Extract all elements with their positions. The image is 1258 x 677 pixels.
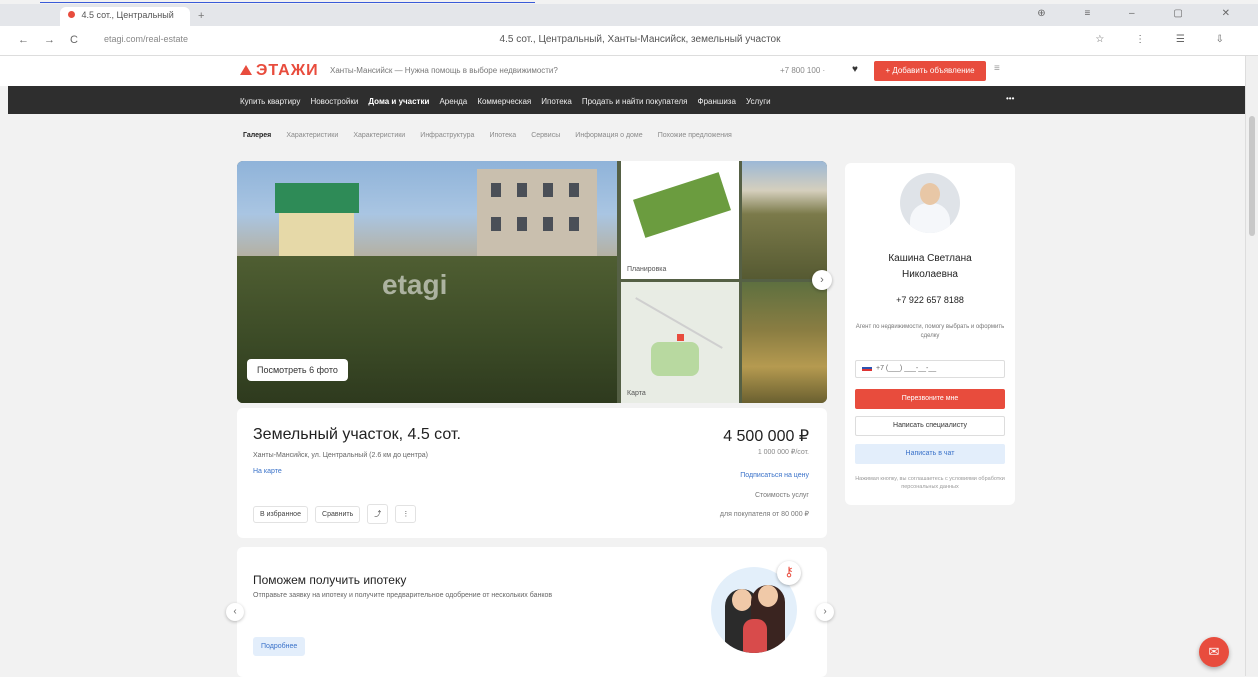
heart-icon[interactable]: ♥ [852, 64, 858, 75]
thumb-photo[interactable] [742, 161, 827, 279]
thumb-plan[interactable]: Планировка [621, 161, 739, 279]
tab-item[interactable]: Похожие предложения [658, 132, 732, 139]
agent-note: Агент по недвижимости, помогу выбрать и … [855, 324, 1005, 339]
url-highlight-bar [40, 0, 535, 3]
map-park [651, 342, 699, 376]
show-on-map-link[interactable]: На карте [253, 468, 282, 475]
carousel-prev-icon[interactable]: ‹ [226, 603, 244, 621]
browser-tabbar: 4.5 сот., Центральный + ⊕ ≡ – ▢ ✕ [0, 4, 1258, 26]
browser-tab[interactable]: 4.5 сот., Центральный [60, 7, 190, 26]
nav-item[interactable]: Аренда [439, 97, 467, 106]
nav-item[interactable]: Франшиза [698, 97, 736, 106]
tab-item[interactable]: Сервисы [531, 132, 560, 139]
carousel-next-icon[interactable]: › [816, 603, 834, 621]
view-photos-button[interactable]: Посмотреть 6 фото [247, 359, 348, 381]
chat-fab-icon[interactable]: ✉ [1199, 637, 1229, 667]
key-icon: ⚷ [777, 561, 801, 585]
gallery-next-icon[interactable]: › [812, 270, 832, 290]
tab-gallery[interactable]: Галерея [243, 132, 271, 139]
agent-name: Кашина Светлана Николаевна [888, 253, 972, 280]
menu-icon[interactable]: ≡ [994, 63, 1000, 74]
agent-phone[interactable]: +7 922 657 8188 [855, 295, 1005, 305]
tab-title: 4.5 сот., Центральный [81, 10, 174, 20]
tab-item[interactable]: Ипотека [489, 132, 516, 139]
city-selector[interactable]: Ханты-Мансийск — Нужна помощь в выборе н… [330, 66, 558, 75]
address-bar: ← → C etagi.com/real-estate 4.5 сот., Це… [0, 26, 1258, 56]
thumb-map[interactable]: Карта [621, 282, 739, 403]
photo-roof [275, 183, 359, 213]
listing-address: Ханты-Мансийск, ул. Центральный (2.6 км … [253, 452, 428, 459]
mortgage-text: Отправьте заявку на ипотеку и получите п… [253, 592, 553, 599]
illustration-face [732, 589, 752, 611]
illustration-face [758, 585, 778, 607]
mortgage-card: Поможем получить ипотеку Отправьте заявк… [237, 547, 827, 677]
listing-price: 4 500 000 ₽ [723, 428, 809, 445]
watermark: etagi [382, 269, 448, 300]
nav-item[interactable]: Услуги [746, 97, 771, 106]
page-title: 4.5 сот., Центральный, Ханты-Мансийск, з… [499, 34, 781, 45]
write-specialist-button[interactable]: Написать специалисту [855, 416, 1005, 436]
logo-icon [240, 65, 252, 75]
more-button[interactable]: ⋮ [395, 505, 417, 523]
tab-item[interactable]: Информация о доме [575, 132, 642, 139]
compare-button[interactable]: Сравнить [315, 506, 361, 523]
back-icon[interactable]: ← [18, 34, 29, 46]
window-controls[interactable]: ⊕ ≡ – ▢ ✕ [1037, 8, 1248, 19]
thumb-map-label: Карта [627, 390, 646, 397]
nav-item[interactable]: Продать и найти покупателя [582, 97, 688, 106]
photo-gallery: etagi Посмотреть 6 фото Планировка Карта [237, 161, 827, 403]
avatar [900, 173, 960, 233]
tab-item[interactable]: Характеристики [286, 132, 338, 139]
phone-input[interactable]: +7 (___) ___-__-__ [855, 360, 1005, 378]
logo-text: ЭТАЖИ [256, 62, 319, 79]
mortgage-more-button[interactable]: Подробнее [253, 637, 306, 656]
tab-item[interactable]: Характеристики [353, 132, 405, 139]
photo-building [477, 169, 597, 257]
price-per-unit: 1 000 000 ₽/сот. [757, 449, 809, 456]
chat-button[interactable]: Написать в чат [855, 444, 1005, 464]
map-pin-icon [677, 334, 684, 341]
subscribe-price-link[interactable]: Подписаться на цену [740, 472, 809, 479]
main-photo[interactable]: etagi Посмотреть 6 фото [237, 161, 617, 403]
nav-item[interactable]: Ипотека [541, 97, 572, 106]
thumb-photo[interactable] [742, 282, 827, 403]
url-input[interactable]: etagi.com/real-estate [104, 34, 188, 44]
consent-note: Нажимая кнопку, вы соглашаетесь с услови… [855, 476, 1005, 491]
site-logo[interactable]: ЭТАЖИ [240, 62, 319, 80]
page-scrollbar[interactable] [1245, 56, 1258, 676]
nav-item[interactable]: Коммерческая [477, 97, 531, 106]
agent-card: Кашина Светлана Николаевна +7 922 657 81… [845, 163, 1015, 505]
section-tabs: Галерея Характеристики Характеристики Ин… [243, 128, 744, 140]
favicon-icon [68, 11, 75, 18]
main-navigation: Купить квартиру Новостройки Дома и участ… [8, 86, 1245, 114]
thumb-plan-label: Планировка [627, 266, 667, 273]
plan-shape [633, 172, 731, 238]
nav-item-active[interactable]: Дома и участки [368, 97, 429, 106]
add-listing-button[interactable]: + Добавить объявление [874, 61, 986, 81]
browser-toolbar-icons[interactable]: ☆ ⋮ ☰ ⇩ [1095, 34, 1238, 45]
site-header: ЭТАЖИ Ханты-Мансийск — Нужна помощь в вы… [0, 56, 1245, 86]
tab-item[interactable]: Инфраструктура [420, 132, 474, 139]
illustration-child [743, 619, 767, 653]
more-icon[interactable]: ••• [1006, 94, 1014, 103]
service-cost-label: Стоимость услуг [754, 492, 809, 499]
avatar-body [910, 203, 950, 233]
listing-title: Земельный участок, 4.5 сот. [253, 426, 461, 443]
listing-actions: В избранное Сравнить ⤴ ⋮ [253, 504, 420, 524]
share-button[interactable]: ⤴ [367, 504, 389, 524]
flag-icon [862, 365, 872, 372]
forward-icon[interactable]: → [44, 34, 55, 46]
service-cost-value: для покупателя от 80 000 ₽ [719, 511, 809, 518]
favorite-button[interactable]: В избранное [253, 506, 308, 523]
nav-item[interactable]: Купить квартиру [240, 97, 300, 106]
new-tab-icon[interactable]: + [198, 10, 204, 22]
listing-card: Земельный участок, 4.5 сот. Ханты-Мансий… [237, 408, 827, 538]
scroll-thumb[interactable] [1249, 116, 1255, 236]
avatar-head [920, 183, 940, 205]
nav-item[interactable]: Новостройки [310, 97, 358, 106]
reload-icon[interactable]: C [70, 34, 78, 46]
callback-button[interactable]: Перезвоните мне [855, 389, 1005, 409]
header-phone[interactable]: +7 800 100 · [780, 66, 825, 75]
mortgage-title: Поможем получить ипотеку [253, 573, 407, 587]
